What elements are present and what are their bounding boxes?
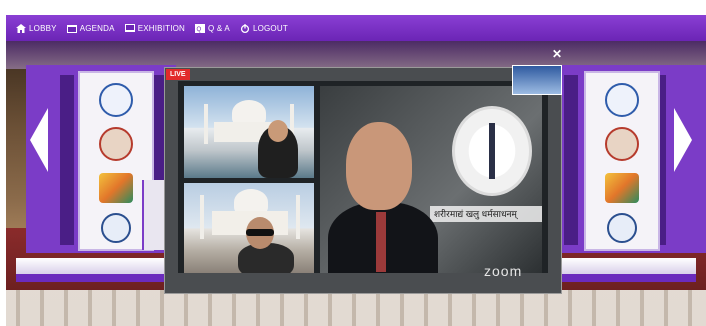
nav-logout[interactable]: LOGOUT	[240, 23, 288, 33]
previous-arrow-icon[interactable]	[30, 108, 48, 172]
aiims-logo	[605, 83, 639, 117]
aiims-emblem	[452, 106, 532, 196]
nav-qa[interactable]: Q Q & A	[195, 23, 230, 33]
nav-lobby-label: LOBBY	[29, 23, 57, 33]
participant-avatar	[238, 243, 294, 273]
aiims-logo	[99, 83, 133, 117]
participant-tile-1	[184, 86, 314, 178]
nav-qa-label: Q & A	[208, 23, 230, 33]
podium	[142, 180, 166, 250]
participant-tile-2	[184, 183, 314, 273]
self-view-thumbnail[interactable]	[512, 65, 562, 95]
audience-seats	[6, 290, 706, 326]
power-icon	[240, 23, 249, 33]
calendar-icon	[66, 24, 77, 33]
conference-logo	[99, 173, 133, 203]
right-banner-panel	[584, 71, 660, 251]
emblem-motto: शरीरमाद्यं खलु धर्मसाधनम्	[430, 206, 542, 222]
active-speaker-tile: शरीरमाद्यं खलु धर्मसाधनम्	[320, 86, 542, 273]
nav-exhibition[interactable]: EXHIBITION	[124, 23, 186, 33]
top-nav-bar: LOBBY AGENDA EXHIBITION Q Q & A LOGOUT	[6, 15, 706, 41]
qa-icon: Q	[195, 23, 206, 33]
nav-exhibition-label: EXHIBITION	[137, 23, 186, 33]
nav-lobby[interactable]: LOBBY	[16, 23, 57, 33]
nav-logout-label: LOGOUT	[252, 23, 288, 33]
virtual-hall: LOBBY AGENDA EXHIBITION Q Q & A LOGOUT L…	[0, 0, 706, 326]
society-logo	[99, 127, 133, 161]
live-badge: LIVE	[166, 69, 190, 80]
nav-agenda[interactable]: AGENDA	[66, 23, 115, 33]
foundation-logo	[101, 213, 131, 243]
conference-logo	[605, 173, 639, 203]
nav-agenda-label: AGENDA	[79, 23, 115, 33]
svg-text:Q: Q	[197, 27, 202, 33]
society-logo	[605, 127, 639, 161]
home-icon	[16, 23, 26, 33]
foundation-logo	[607, 213, 637, 243]
close-icon[interactable]: ✕	[551, 48, 563, 60]
next-arrow-icon[interactable]	[674, 108, 692, 172]
exhibition-icon	[124, 23, 135, 32]
zoom-watermark: zoom	[484, 263, 523, 279]
